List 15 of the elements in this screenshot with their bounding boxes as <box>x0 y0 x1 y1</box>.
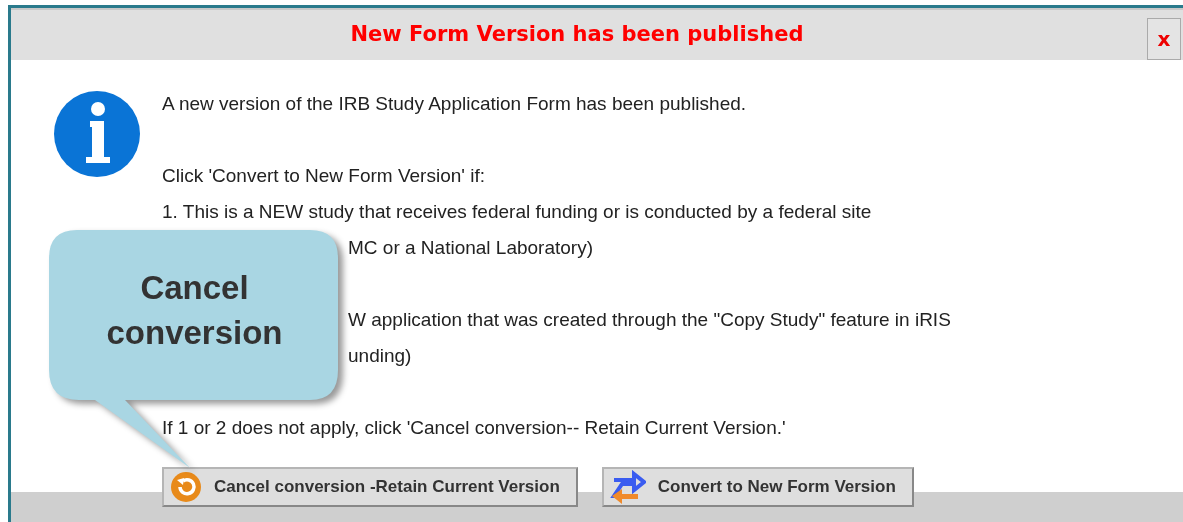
text-line: If 1 or 2 does not apply, click 'Cancel conversion-- Retain Current Version.' <box>162 416 786 440</box>
undo-icon <box>170 471 202 503</box>
close-button[interactable]: x <box>1147 18 1181 60</box>
text-line: Click 'Convert to New Form Version' if: <box>162 164 485 188</box>
callout-text: Cancel conversion <box>105 268 284 353</box>
convert-button[interactable]: Convert to New Form Version <box>601 467 914 507</box>
text-line: 1. This is a NEW study that receives federal funding or is conducted by a federal site <box>162 200 872 224</box>
text-line: MC or a National Laboratory) <box>348 236 593 260</box>
text-line: A new version of the IRB Study Application Form has been published. <box>162 92 747 116</box>
info-icon <box>54 91 140 177</box>
dialog-title: New Form Version has been published <box>350 21 804 49</box>
text-line: W application that was created through the "Copy Study" feature in iRIS <box>348 308 951 332</box>
swap-arrows-icon <box>609 470 646 504</box>
cancel-button[interactable]: Cancel conversion -Retain Current Version <box>162 467 578 507</box>
text-line: unding) <box>348 344 412 368</box>
